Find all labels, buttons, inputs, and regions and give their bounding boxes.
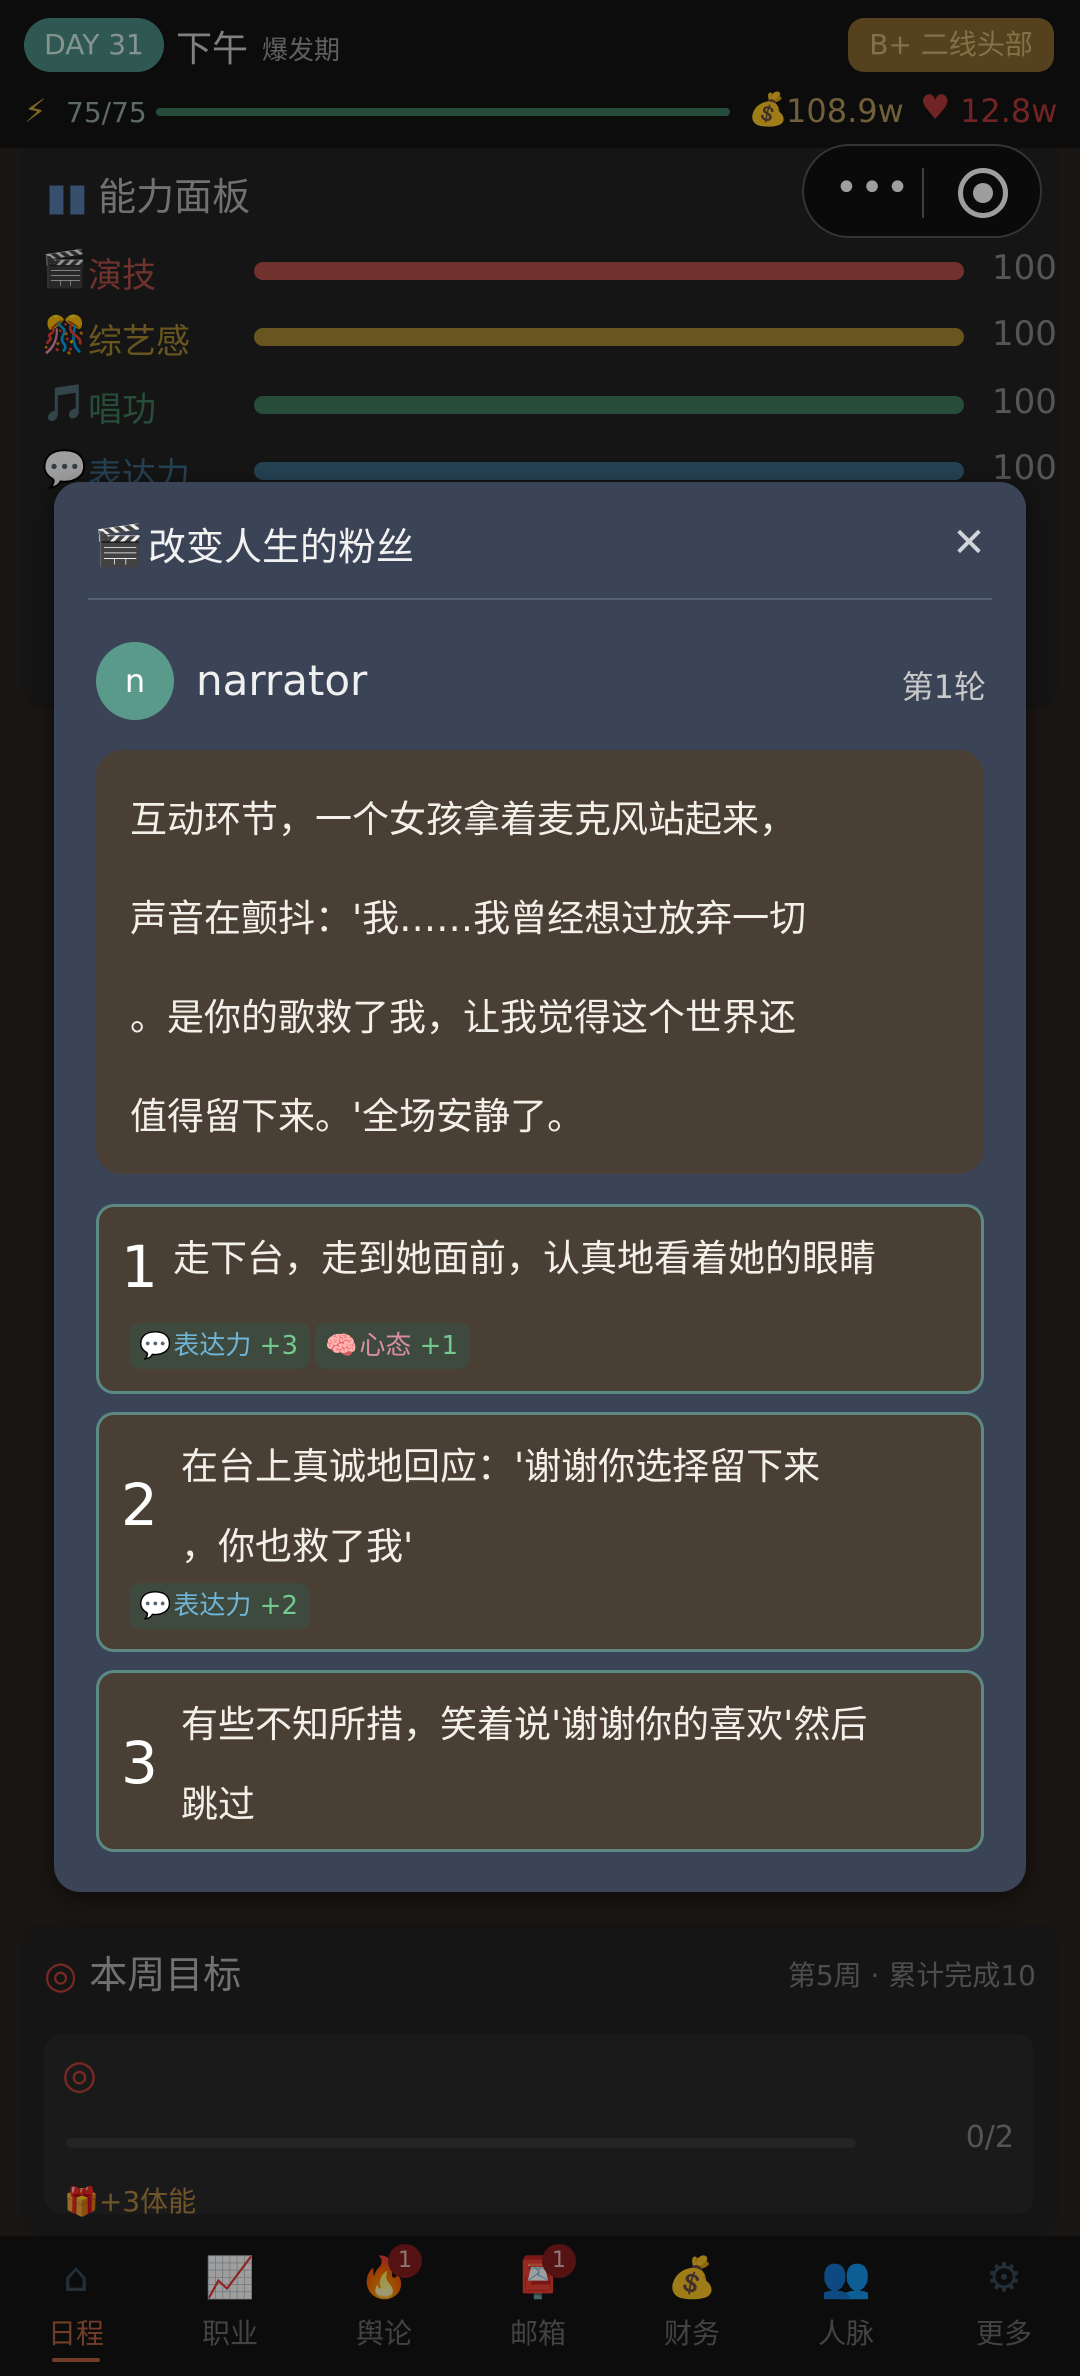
choice-text: 在台上真诚地回应：'谢谢你选择留下来 (181, 1445, 821, 1488)
clapperboard-icon: 🎬 (94, 523, 144, 569)
choice-text-continued: ，你也救了我' (181, 1525, 414, 1568)
tag-stat-name: 表达力 (173, 1331, 252, 1361)
tag-stat-delta: +2 (259, 1591, 298, 1621)
speech-bubble-icon: 💬 (139, 1331, 172, 1361)
tag-stat-delta: +3 (259, 1331, 298, 1361)
choice-number: 3 (121, 1729, 158, 1797)
brain-icon: 🧠 (325, 1331, 358, 1361)
dialog-header: 🎬 改变人生的粉丝 ✕ (54, 482, 1026, 600)
stat-effect-tag: 🧠心态 +1 (315, 1323, 470, 1369)
narrative-text: 互动环节，一个女孩拿着麦克风站起来， 声音在颤抖：'我……我曾经想过放弃一切 。… (130, 798, 807, 1138)
dialog-divider (88, 598, 992, 600)
close-button[interactable]: ✕ (944, 518, 994, 568)
choice-text-continued: 跳过 (181, 1783, 255, 1826)
speech-bubble-icon: 💬 (139, 1591, 172, 1621)
avatar: n (96, 642, 174, 720)
stat-effect-tag: 💬表达力 +3 (129, 1323, 310, 1369)
tag-stat-delta: +1 (419, 1331, 458, 1361)
choice-text: 走下台，走到她面前，认真地看着她的眼睛 (173, 1237, 876, 1280)
narrative-box: 互动环节，一个女孩拿着麦克风站起来， 声音在颤抖：'我……我曾经想过放弃一切 。… (96, 750, 984, 1174)
round-label: 第1轮 (901, 668, 986, 706)
choice-option-2[interactable]: 2 在台上真诚地回应：'谢谢你选择留下来 ，你也救了我' 💬表达力 +2 (96, 1412, 984, 1652)
tag-stat-name: 心态 (359, 1331, 412, 1361)
stat-effect-tag: 💬表达力 +2 (129, 1583, 310, 1629)
event-dialog: 🎬 改变人生的粉丝 ✕ n narrator 第1轮 互动环节，一个女孩拿着麦克… (54, 482, 1026, 1892)
choice-number: 1 (121, 1233, 158, 1301)
choice-option-1[interactable]: 1 走下台，走到她面前，认真地看着她的眼睛 💬表达力 +3 🧠心态 +1 (96, 1204, 984, 1394)
tag-stat-name: 表达力 (173, 1591, 252, 1621)
speaker-row: n narrator 第1轮 (96, 642, 986, 722)
choice-option-3[interactable]: 3 有些不知所措，笑着说'谢谢你的喜欢'然后 跳过 (96, 1670, 984, 1852)
dialog-title: 改变人生的粉丝 (148, 525, 415, 569)
choice-text: 有些不知所措，笑着说'谢谢你的喜欢'然后 (181, 1703, 868, 1746)
speaker-name: narrator (196, 656, 368, 705)
choice-number: 2 (121, 1471, 158, 1539)
